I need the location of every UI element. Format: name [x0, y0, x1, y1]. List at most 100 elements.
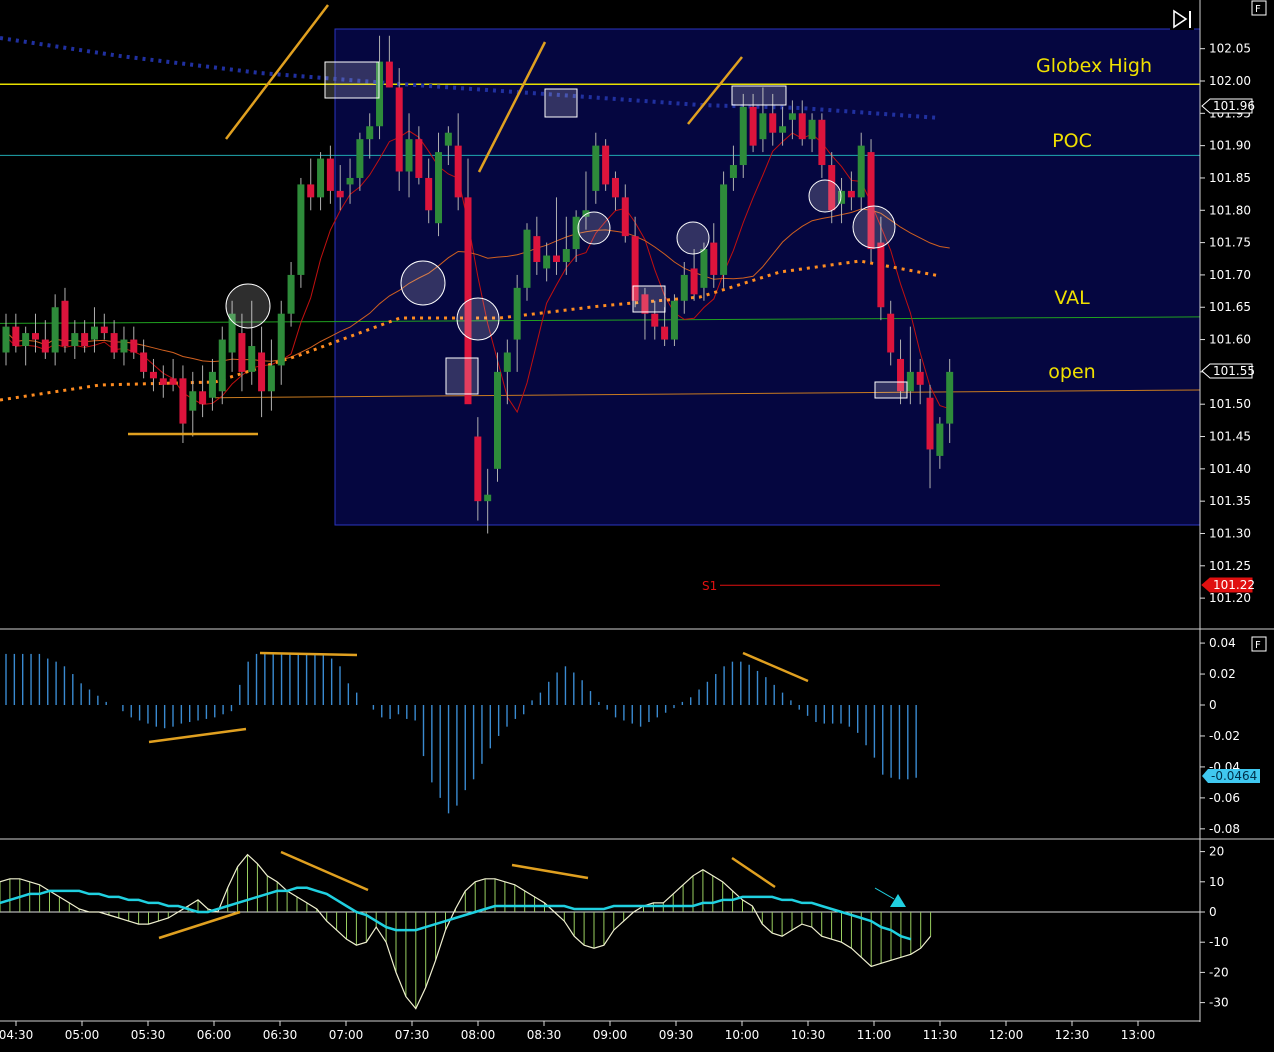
time-tick-label: 11:00: [857, 1028, 892, 1042]
candle: [602, 139, 610, 191]
candle-body: [533, 236, 541, 262]
candle-body: [710, 242, 718, 275]
candle-body: [267, 365, 275, 392]
price-tick-label: 101.50: [1209, 397, 1251, 411]
price-tick-label: 102.00: [1209, 74, 1251, 88]
candle-body: [179, 378, 187, 424]
highlight-circle: [225, 283, 271, 329]
candle-body: [356, 139, 364, 178]
highlight-circle: [852, 205, 896, 249]
candle-body: [818, 119, 826, 166]
candle-body: [336, 190, 344, 198]
time-tick-label: 05:00: [65, 1028, 100, 1042]
price-tick-label: 101.60: [1209, 333, 1251, 347]
time-tick-label: 07:00: [329, 1028, 364, 1042]
candle-body: [51, 307, 59, 353]
histogram-tick-label: -0.06: [1209, 791, 1240, 805]
candle-body: [395, 87, 403, 172]
price-tick-label: 101.65: [1209, 300, 1251, 314]
candle-body: [277, 313, 285, 366]
highlight-box: [324, 61, 380, 99]
svg-text:101.96: 101.96: [1213, 99, 1255, 113]
time-tick-label: 08:00: [461, 1028, 496, 1042]
candle-body: [729, 165, 737, 178]
candle-body: [946, 371, 954, 424]
candle-body: [936, 423, 944, 456]
candle-body: [110, 333, 118, 353]
price-tick-label: 101.85: [1209, 171, 1251, 185]
candle-body: [307, 184, 315, 198]
candle-body: [71, 333, 79, 347]
candle-body: [926, 397, 934, 450]
level-label-open: open: [1048, 361, 1095, 383]
chart-canvas[interactable]: 102.05102.00101.95101.90101.85101.80101.…: [0, 0, 1274, 1048]
candle-body: [287, 274, 295, 314]
time-tick-label: 13:00: [1121, 1028, 1156, 1042]
level-label-val: VAL: [1054, 287, 1090, 309]
candle-body: [454, 145, 462, 198]
price-tick-label: 101.70: [1209, 268, 1251, 282]
candle: [720, 171, 728, 288]
price-tick-label: 101.25: [1209, 559, 1251, 573]
candle-body: [297, 184, 305, 275]
histogram-tick-label: -0.02: [1209, 729, 1240, 743]
level-label-globex-high: Globex High: [1036, 55, 1152, 77]
highlight-box: [445, 357, 479, 395]
highlight-box: [874, 381, 908, 399]
candle-body: [474, 436, 482, 502]
candle-body: [808, 119, 816, 140]
svg-text:-0.0464: -0.0464: [1211, 769, 1257, 783]
candle-body: [405, 139, 413, 172]
price-tick-label: 101.90: [1209, 139, 1251, 153]
candle-body: [326, 158, 334, 191]
candle: [494, 352, 501, 482]
candle-body: [435, 152, 443, 224]
candle-body: [769, 113, 777, 133]
candle-body: [621, 197, 629, 237]
time-tick-label: 08:30: [527, 1028, 562, 1042]
candle-body: [779, 126, 787, 133]
candle-body: [887, 313, 895, 353]
price-tick-label: 102.05: [1209, 42, 1251, 56]
highlight-box: [632, 285, 666, 313]
price-tick-label: 101.20: [1209, 591, 1251, 605]
histogram-tick-label: 0.02: [1209, 667, 1236, 681]
histogram-tick-label: 0.04: [1209, 636, 1236, 650]
candle-body: [159, 378, 167, 385]
candle-body: [61, 300, 69, 347]
time-tick-label: 07:30: [395, 1028, 430, 1042]
candle-body: [592, 145, 600, 191]
candle-body: [513, 287, 521, 340]
candle-body: [700, 249, 708, 288]
candle-body: [258, 352, 266, 392]
time-tick-label: 10:00: [725, 1028, 760, 1042]
candle-body: [90, 326, 98, 340]
candle-body: [385, 61, 393, 88]
skip-to-end-icon[interactable]: [1170, 8, 1194, 30]
candle-body: [916, 371, 924, 385]
level-label-poc: POC: [1052, 130, 1092, 152]
time-tick-label: 09:30: [659, 1028, 694, 1042]
svg-text:101.22: 101.22: [1213, 578, 1255, 592]
histogram-tick-label: 0: [1209, 698, 1217, 712]
candle-body: [798, 113, 806, 140]
candle-body: [503, 352, 511, 372]
candle-body: [720, 184, 728, 275]
candle-body: [346, 177, 354, 185]
price-tag-last-high: 101.96: [1201, 98, 1255, 114]
candle-body: [788, 113, 796, 120]
svg-text:F: F: [1255, 4, 1261, 15]
candle-body: [415, 139, 423, 178]
candle-body: [759, 113, 767, 140]
candle-body: [199, 391, 207, 405]
svg-text:101.55: 101.55: [1213, 364, 1255, 378]
panel-menu-button-histogram[interactable]: F: [1251, 636, 1267, 652]
oscillator-tick-label: -20: [1209, 965, 1229, 979]
candle: [670, 294, 678, 347]
highlight-circle: [577, 211, 611, 245]
candle-body: [22, 333, 30, 347]
candle-body: [739, 106, 747, 166]
candle-body: [847, 190, 855, 198]
panel-menu-button-top[interactable]: F: [1251, 0, 1267, 16]
candle-body: [169, 378, 177, 385]
